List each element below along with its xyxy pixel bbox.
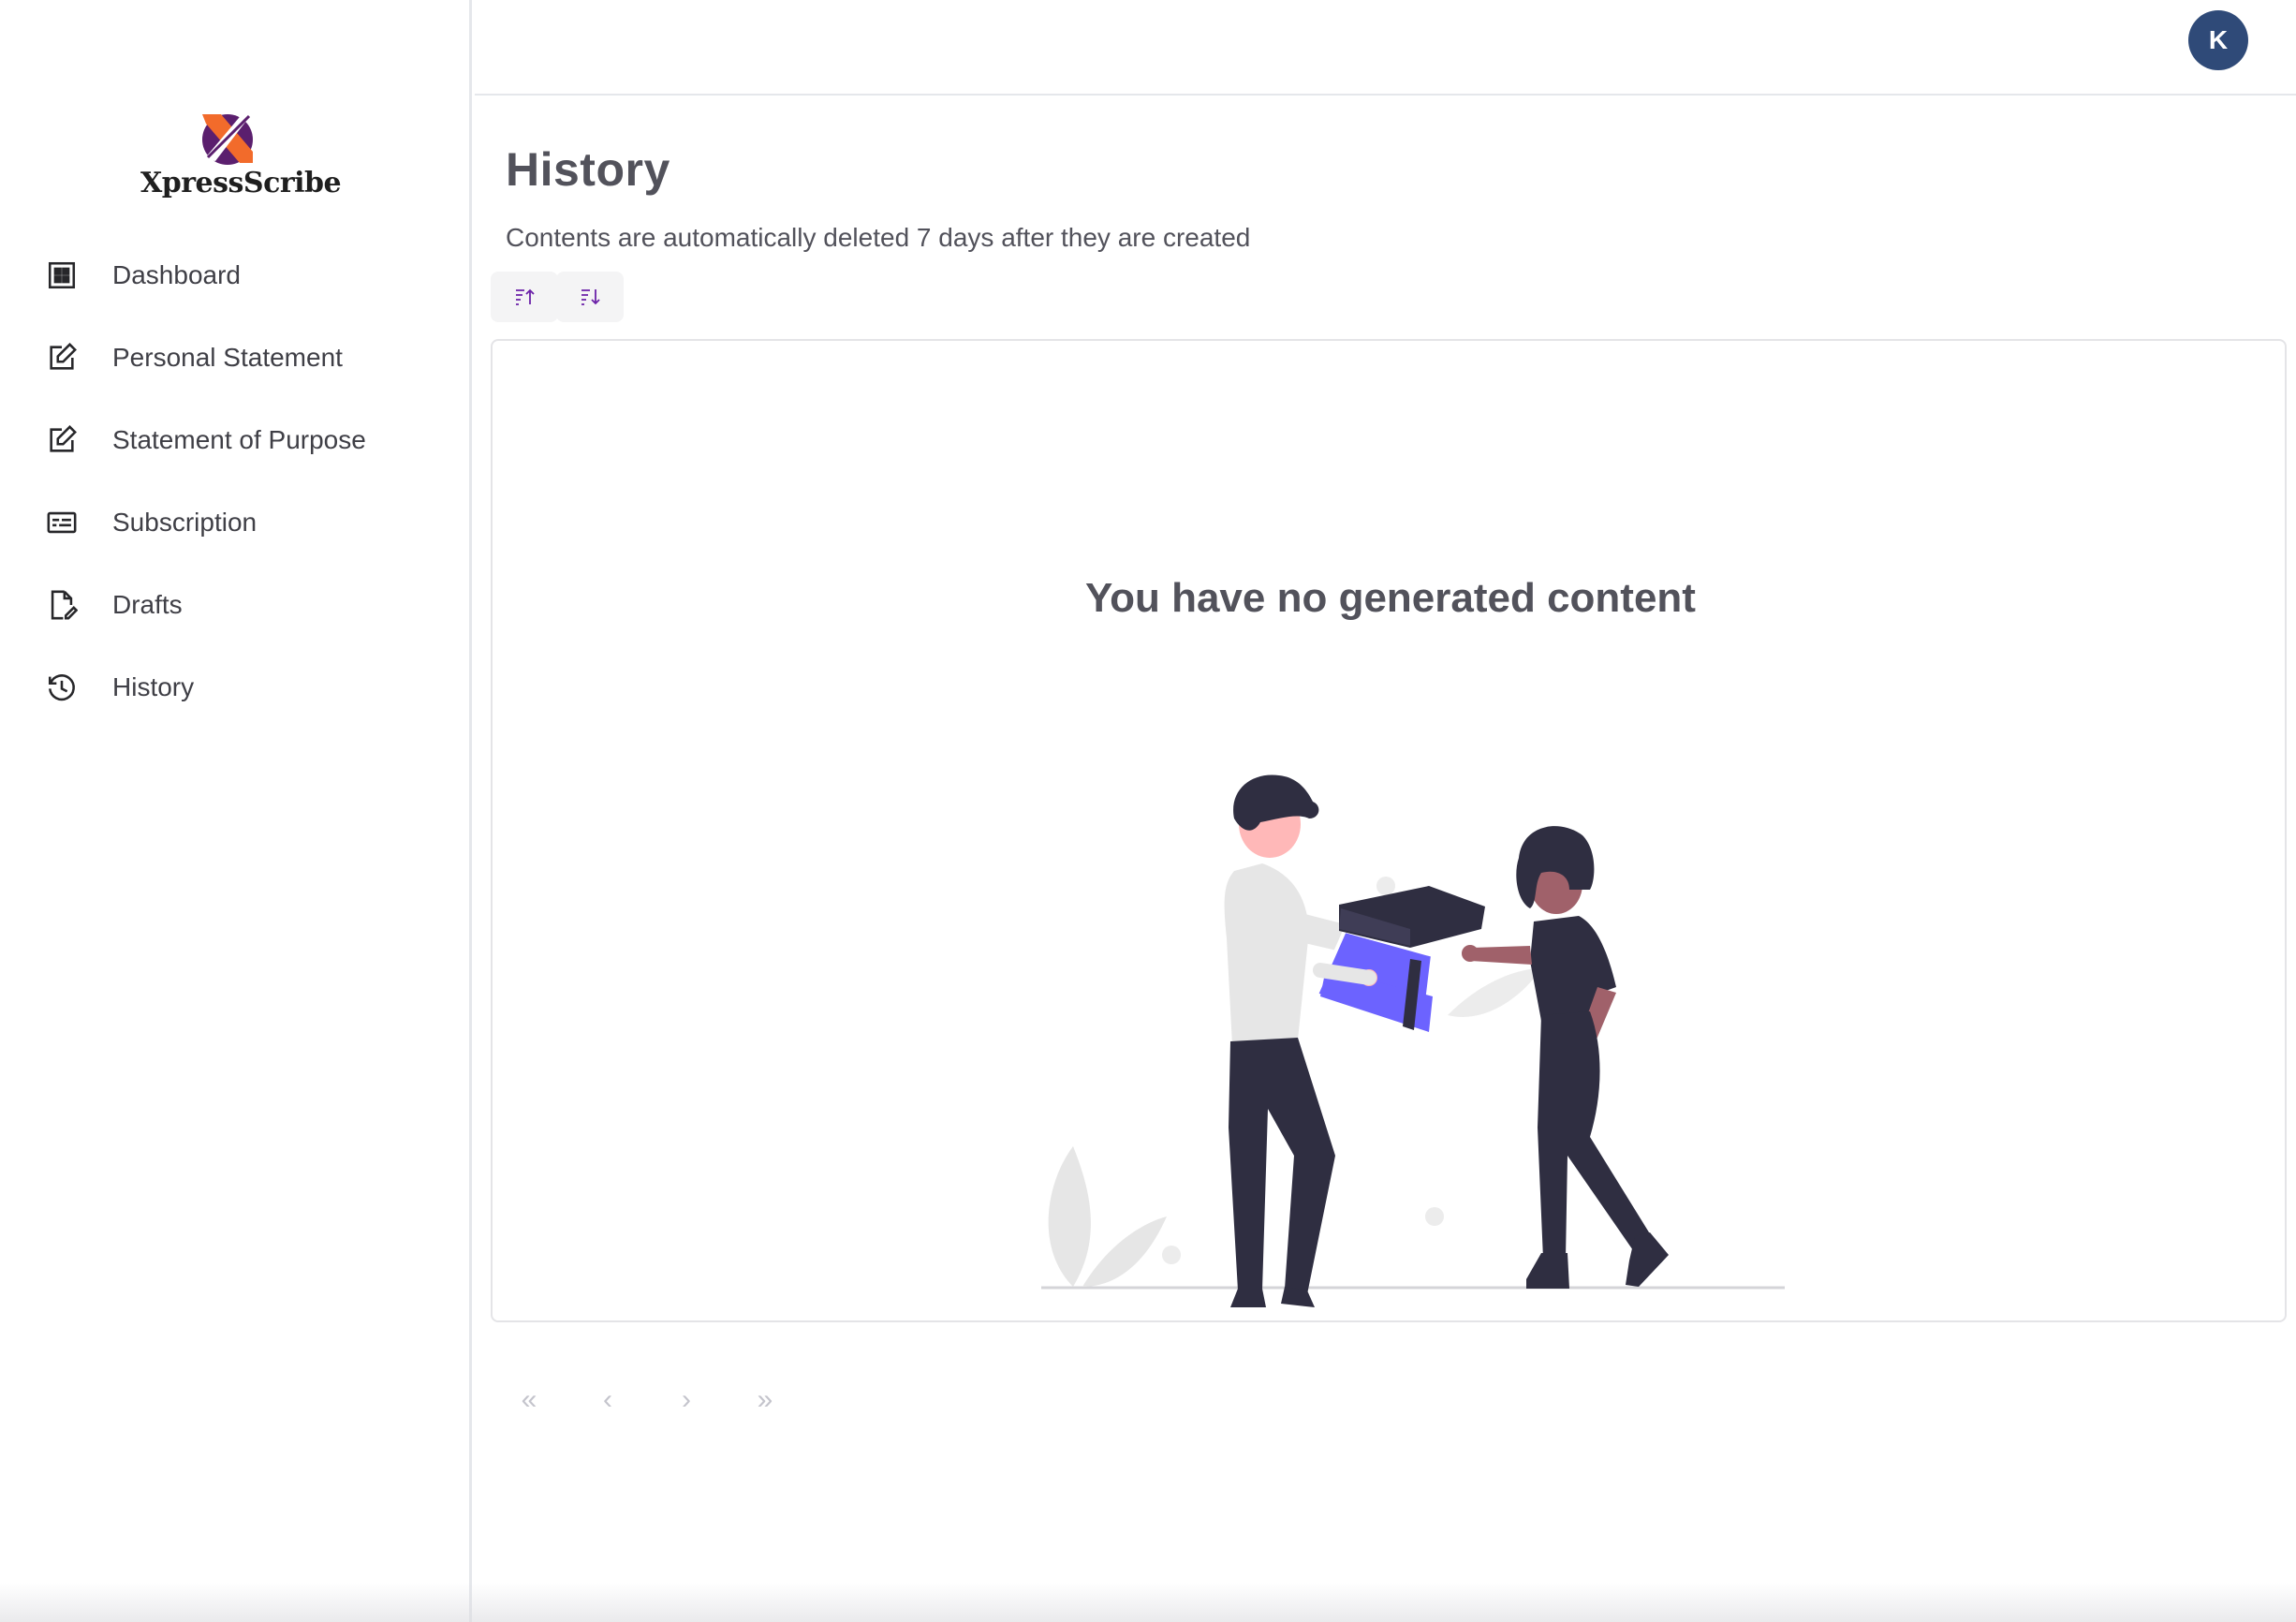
brand-name: XpressScribe	[140, 167, 342, 199]
sidebar-item-label: Dashboard	[112, 260, 241, 289]
bottom-shadow	[0, 1583, 2296, 1622]
sidebar-item-statement-of-purpose[interactable]: Statement of Purpose	[41, 410, 453, 470]
sidebar-item-personal-statement[interactable]: Personal Statement	[41, 328, 453, 388]
sort-descending-button[interactable]	[556, 272, 624, 322]
edit-icon	[41, 337, 82, 378]
empty-state-illustration	[1041, 774, 1785, 1307]
user-avatar[interactable]: K	[2188, 10, 2248, 70]
id-card-icon	[41, 502, 82, 543]
last-page-button[interactable]: »	[742, 1377, 788, 1423]
pagination: « ‹ › »	[506, 1377, 820, 1423]
sidebar-item-label: Drafts	[112, 590, 183, 619]
sort-controls	[491, 272, 624, 322]
sidebar-item-history[interactable]: History	[41, 657, 453, 717]
sidebar-item-label: Personal Statement	[112, 343, 343, 372]
sidebar-item-dashboard[interactable]: Dashboard	[41, 245, 453, 305]
sidebar-item-label: History	[112, 672, 195, 701]
sidebar-item-drafts[interactable]: Drafts	[41, 575, 453, 635]
sort-ascending-icon	[516, 288, 535, 305]
edit-icon	[41, 420, 82, 461]
sidebar-item-label: Subscription	[112, 508, 258, 537]
history-content-card: You have no generated content	[491, 339, 2287, 1322]
sidebar-item-label: Statement of Purpose	[112, 425, 366, 454]
history-icon	[41, 667, 82, 708]
previous-page-button[interactable]: ‹	[584, 1377, 631, 1423]
page-subtitle: Contents are automatically deleted 7 day…	[506, 223, 1251, 252]
sidebar: XpressScribe Dashboard Personal Statemen…	[0, 0, 472, 1622]
document-edit-icon	[41, 584, 82, 626]
brand-logo[interactable]: XpressScribe	[140, 105, 342, 202]
sort-ascending-button[interactable]	[491, 272, 558, 322]
empty-state-message: You have no generated content	[1085, 575, 1696, 621]
top-bar	[475, 0, 2296, 96]
page-title: History	[506, 143, 670, 196]
sidebar-item-subscription[interactable]: Subscription	[41, 493, 453, 553]
sort-descending-icon	[581, 289, 600, 305]
grid-icon	[41, 255, 82, 296]
first-page-button[interactable]: «	[506, 1377, 552, 1423]
next-page-button[interactable]: ›	[663, 1377, 710, 1423]
xpressscribe-logo-icon	[202, 112, 253, 165]
